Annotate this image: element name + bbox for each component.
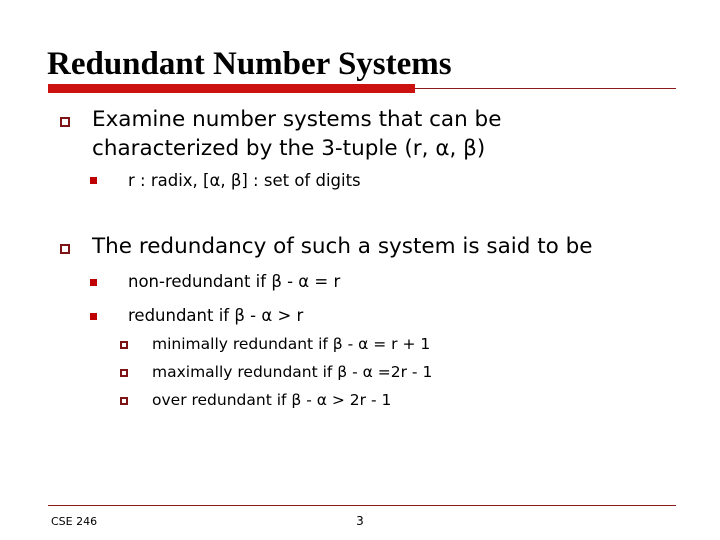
bullet-1-sub-1: r : radix, [α, β] : set of digits — [128, 171, 361, 190]
solid-square-bullet-icon — [90, 279, 97, 286]
hollow-square-bullet-icon — [120, 369, 128, 377]
slide-body: Examine number systems that can be chara… — [0, 0, 720, 540]
bullet-2-sub-2-item-1: minimally redundant if β - α = r + 1 — [152, 335, 431, 353]
slide: Redundant Number Systems Examine number … — [0, 0, 720, 540]
solid-square-bullet-icon — [90, 177, 97, 184]
bullet-2-line-1: The redundancy of such a system is said … — [92, 234, 593, 259]
hollow-square-bullet-icon — [60, 117, 70, 127]
hollow-square-bullet-icon — [60, 244, 70, 254]
bullet-1-line-2: characterized by the 3-tuple (r, α, β) — [92, 136, 486, 161]
bullet-2-sub-1: non-redundant if β - α = r — [128, 272, 341, 291]
bullet-2-sub-2-item-3: over redundant if β - α > 2r - 1 — [152, 391, 392, 409]
footer-page-number: 3 — [356, 514, 364, 528]
hollow-square-bullet-icon — [120, 341, 128, 349]
bullet-1-line-1: Examine number systems that can be — [92, 107, 502, 132]
solid-square-bullet-icon — [90, 313, 97, 320]
bullet-2-sub-2-item-2: maximally redundant if β - α =2r - 1 — [152, 363, 433, 381]
hollow-square-bullet-icon — [120, 397, 128, 405]
footer-divider — [48, 505, 676, 506]
bullet-2-sub-2: redundant if β - α > r — [128, 306, 304, 325]
